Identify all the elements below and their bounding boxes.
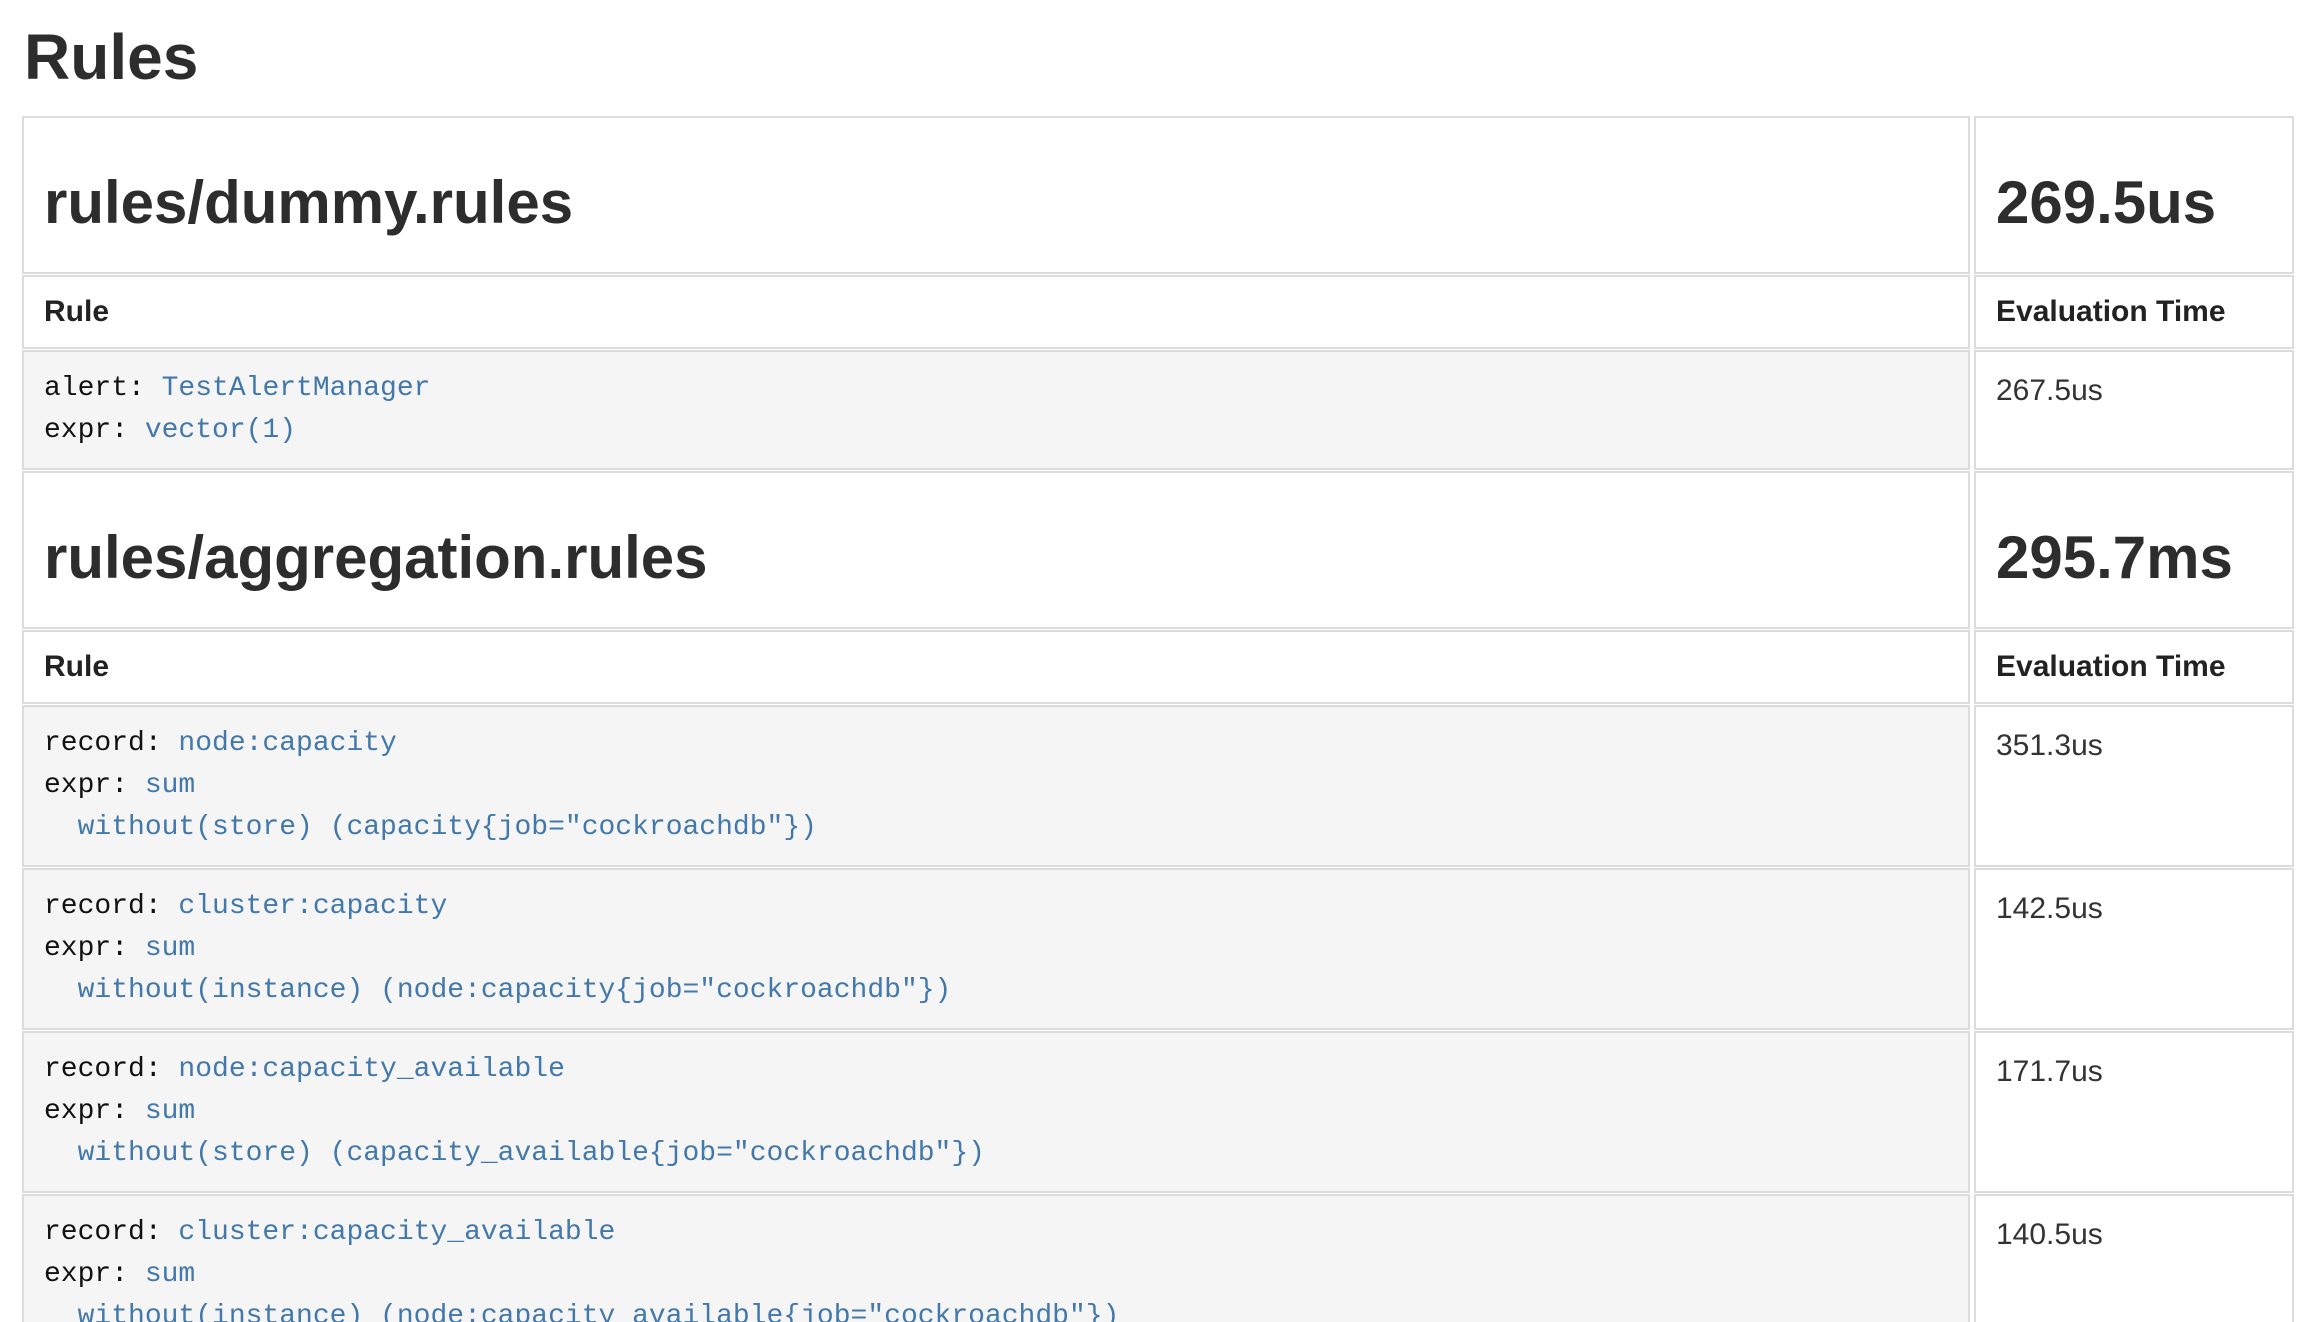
rule-cell: record: node:capacity expr: sum without(… xyxy=(22,705,1970,867)
rule-expression-link[interactable]: sum xyxy=(145,770,195,801)
rule-keyword: expr: xyxy=(44,770,145,801)
rule-code: record: node:capacity_available expr: su… xyxy=(44,1049,1948,1175)
rule-expression-link[interactable]: vector(1) xyxy=(145,415,296,446)
rule-eval-time: 171.7us xyxy=(1974,1031,2294,1193)
rule-keyword: expr: xyxy=(44,1259,145,1290)
rules-table: rules/dummy.rules269.5usRuleEvaluation T… xyxy=(22,116,2294,1322)
rules-page: Rules rules/dummy.rules269.5usRuleEvalua… xyxy=(0,22,2316,1322)
rule-code: record: node:capacity expr: sum without(… xyxy=(44,723,1948,849)
rule-expression-link[interactable]: sum xyxy=(145,1096,195,1127)
rule-eval-time: 140.5us xyxy=(1974,1194,2294,1322)
eval-time-column-header: Evaluation Time xyxy=(1974,630,2294,704)
rule-code: alert: TestAlertManager expr: vector(1) xyxy=(44,368,1948,452)
rule-expression-link[interactable]: sum xyxy=(145,933,195,964)
rule-column-header: Rule xyxy=(22,630,1970,704)
rule-keyword: expr: xyxy=(44,415,145,446)
rule-cell: record: cluster:capacity expr: sum witho… xyxy=(22,868,1970,1030)
rule-code: record: cluster:capacity expr: sum witho… xyxy=(44,886,1948,1012)
rule-group-total-eval-time: 269.5us xyxy=(1974,116,2294,274)
rule-expression-link[interactable]: node:capacity xyxy=(178,728,396,759)
rule-group-file-name: rules/dummy.rules xyxy=(22,116,1970,274)
rule-keyword: record: xyxy=(44,1217,178,1248)
rule-expression-link[interactable]: cluster:capacity xyxy=(178,891,447,922)
rule-keyword: expr: xyxy=(44,933,145,964)
rule-keyword: record: xyxy=(44,1054,178,1085)
rule-expression-link[interactable]: without(instance) (node:capacity_availab… xyxy=(44,1301,1119,1322)
eval-time-column-header: Evaluation Time xyxy=(1974,275,2294,349)
rule-keyword: record: xyxy=(44,728,178,759)
rule-cell: record: cluster:capacity_available expr:… xyxy=(22,1194,1970,1322)
rule-group-file-name: rules/aggregation.rules xyxy=(22,471,1970,629)
rule-expression-link[interactable]: cluster:capacity_available xyxy=(178,1217,615,1248)
rule-eval-time: 267.5us xyxy=(1974,350,2294,470)
rule-expression-link[interactable]: node:capacity_available xyxy=(178,1054,564,1085)
rule-expression-link[interactable]: without(store) (capacity{job="cockroachd… xyxy=(44,812,817,843)
rule-code: record: cluster:capacity_available expr:… xyxy=(44,1212,1948,1322)
rule-expression-link[interactable]: sum xyxy=(145,1259,195,1290)
rule-eval-time: 142.5us xyxy=(1974,868,2294,1030)
rule-cell: record: node:capacity_available expr: su… xyxy=(22,1031,1970,1193)
rule-keyword: expr: xyxy=(44,1096,145,1127)
rule-column-header: Rule xyxy=(22,275,1970,349)
rule-expression-link[interactable]: TestAlertManager xyxy=(162,373,431,404)
rule-keyword: record: xyxy=(44,891,178,922)
rule-keyword: alert: xyxy=(44,373,162,404)
rule-expression-link[interactable]: without(instance) (node:capacity{job="co… xyxy=(44,975,951,1006)
rule-eval-time: 351.3us xyxy=(1974,705,2294,867)
rule-expression-link[interactable]: without(store) (capacity_available{job="… xyxy=(44,1138,985,1169)
rule-group-total-eval-time: 295.7ms xyxy=(1974,471,2294,629)
rule-cell: alert: TestAlertManager expr: vector(1) xyxy=(22,350,1970,470)
page-title: Rules xyxy=(24,22,2294,92)
